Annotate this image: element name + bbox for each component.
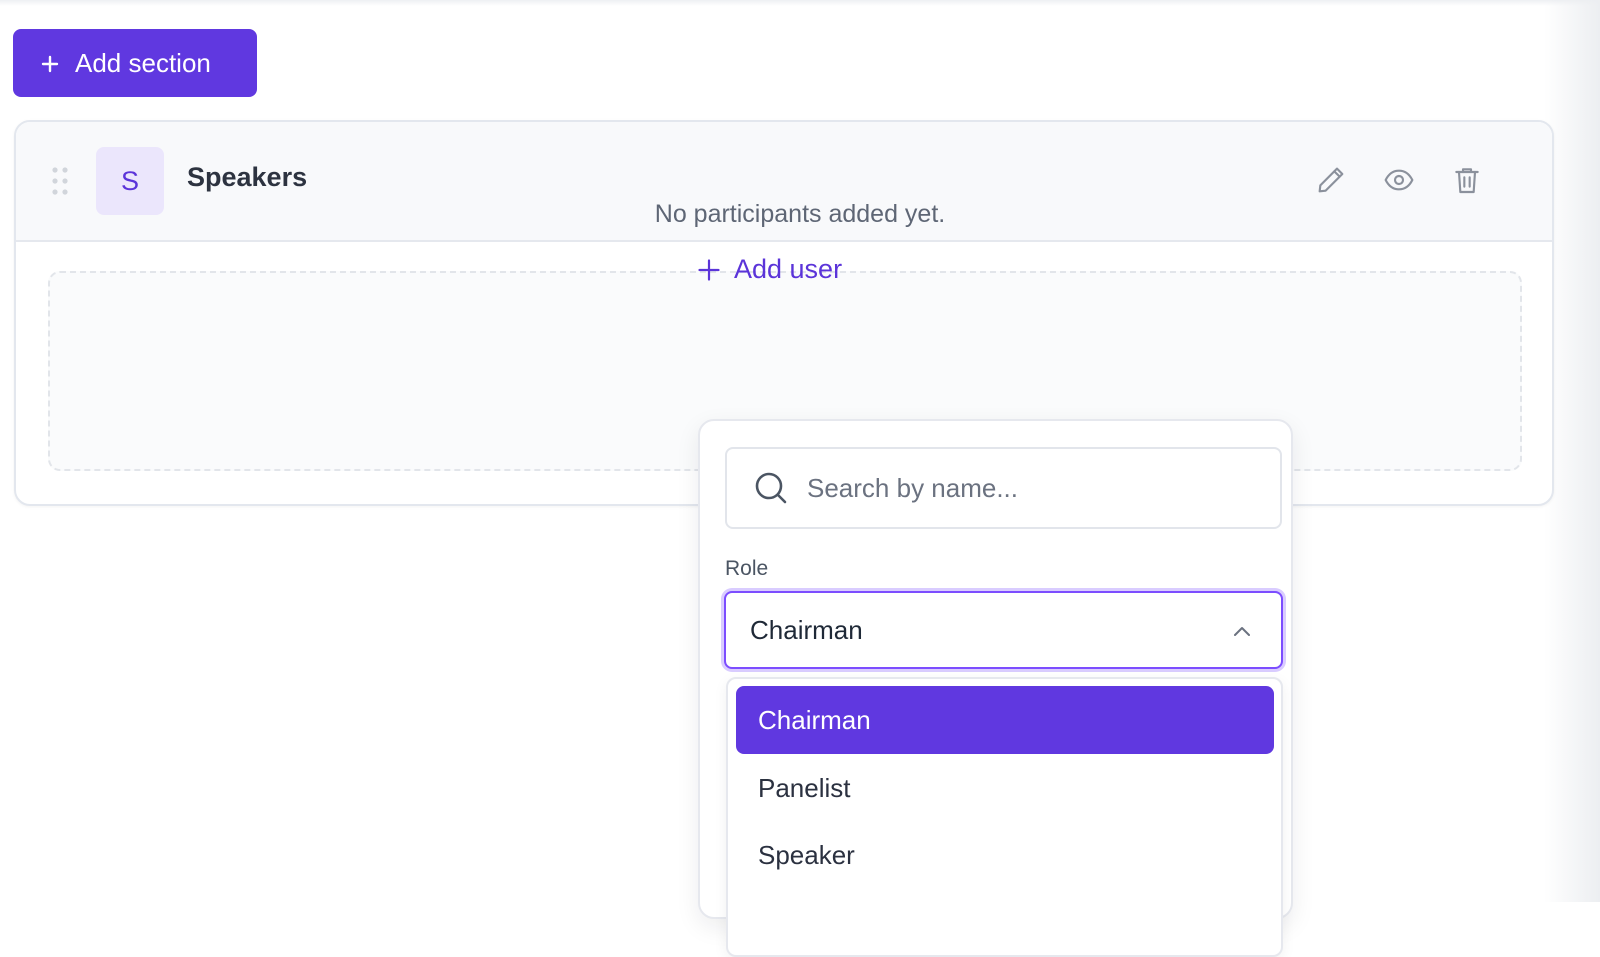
add-section-label: Add section	[75, 47, 211, 78]
trash-icon	[1455, 168, 1479, 194]
role-option-chairman[interactable]: Chairman	[736, 686, 1274, 754]
plus-icon	[41, 55, 59, 73]
role-option-panelist[interactable]: Panelist	[736, 754, 1274, 822]
delete-section-button[interactable]	[1447, 160, 1487, 200]
plus-icon	[698, 258, 720, 281]
role-option-speaker[interactable]: Speaker	[736, 821, 1274, 889]
view-section-button[interactable]	[1379, 160, 1419, 200]
section-avatar-letter: S	[120, 165, 139, 196]
role-select[interactable]: Chairman	[724, 591, 1283, 669]
search-input[interactable]	[805, 471, 1249, 505]
edit-section-button[interactable]	[1311, 160, 1351, 200]
role-select-value: Chairman	[750, 614, 863, 645]
eye-icon	[1384, 169, 1414, 191]
empty-state-message: No participants added yet.	[654, 200, 946, 228]
add-user-popover: Role Chairman Chairman Panelist Speaker	[698, 419, 1293, 957]
add-section-button[interactable]: Add section	[13, 29, 257, 97]
add-user-label: Add user	[734, 254, 843, 284]
top-shade	[0, 0, 1600, 6]
drag-handle-icon[interactable]	[50, 166, 70, 196]
chevron-up-icon	[1234, 627, 1250, 636]
role-label: Role	[725, 557, 769, 580]
search-icon	[755, 472, 787, 504]
search-field[interactable]	[725, 447, 1282, 529]
section-title: Speakers	[187, 162, 308, 192]
add-user-button[interactable]: Add user	[698, 254, 842, 285]
pencil-icon	[1318, 167, 1344, 193]
role-options-list: Chairman Panelist Speaker	[726, 677, 1283, 957]
